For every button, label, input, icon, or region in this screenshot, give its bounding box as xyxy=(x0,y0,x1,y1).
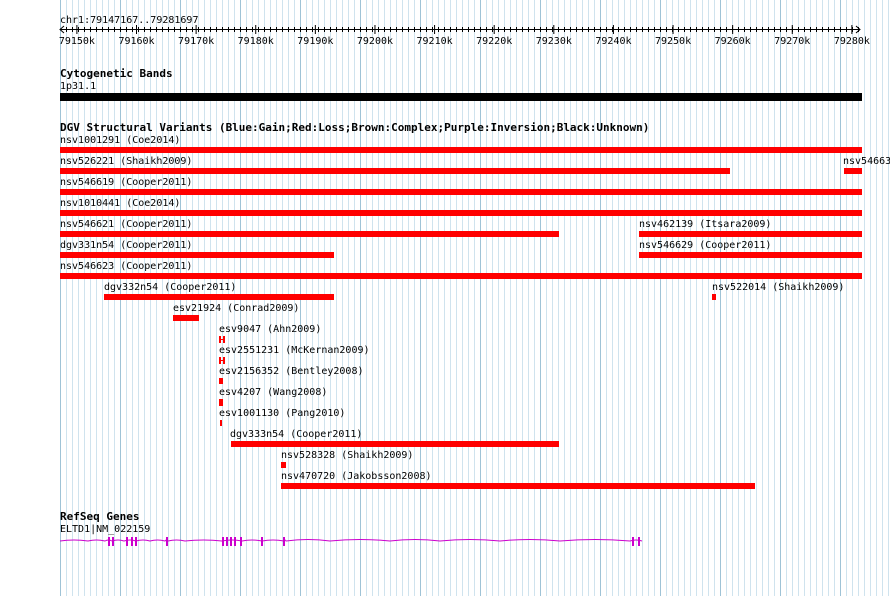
gene-exon xyxy=(230,537,232,546)
dgv-feature-label[interactable]: esv2551231 (McKernan2009) xyxy=(219,345,370,356)
ruler-tick-label: 79240k xyxy=(595,36,631,47)
dgv-feature-label[interactable]: dgv331n54 (Cooper2011) xyxy=(60,240,192,251)
dgv-feature-label[interactable]: nsv546623 (Cooper2011) xyxy=(60,261,192,272)
dgv-feature-label[interactable]: nsv546621 (Cooper2011) xyxy=(60,219,192,230)
dgv-feature-label[interactable]: esv1001130 (Pang2010) xyxy=(219,408,345,419)
dgv-feature-bar[interactable] xyxy=(281,483,755,489)
dgv-feature-bar[interactable] xyxy=(639,231,862,237)
ruler-tick-label: 79200k xyxy=(357,36,393,47)
gene-exon xyxy=(632,537,634,546)
dgv-feature-bar[interactable] xyxy=(219,336,227,343)
dgv-feature-label[interactable]: nsv526221 (Shaikh2009) xyxy=(60,156,192,167)
dgv-feature-bar[interactable] xyxy=(60,273,862,279)
dgv-feature-bar[interactable] xyxy=(60,210,862,216)
dgv-feature-bar[interactable] xyxy=(60,168,730,174)
gene-exon xyxy=(234,537,236,546)
dgv-feature-label[interactable]: nsv546629 (Cooper2011) xyxy=(639,240,771,251)
cytoband-bar[interactable] xyxy=(60,93,862,101)
gene-exon xyxy=(226,537,228,546)
dgv-feature-bar[interactable] xyxy=(639,252,862,258)
dgv-feature-bar[interactable] xyxy=(60,231,559,237)
ruler-tick-label: 79210k xyxy=(417,36,453,47)
gene-exon xyxy=(638,537,640,546)
dgv-feature-label[interactable]: nsv54663 xyxy=(843,156,890,167)
ruler-tick-label: 79190k xyxy=(297,36,333,47)
dgv-feature-label[interactable]: esv2156352 (Bentley2008) xyxy=(219,366,364,377)
dgv-feature-bar[interactable] xyxy=(173,315,199,321)
ruler-tick-label: 79170k xyxy=(178,36,214,47)
dgv-feature-bar[interactable] xyxy=(712,294,716,300)
gene-exon xyxy=(108,537,110,546)
dgv-feature-label[interactable]: nsv1010441 (Coe2014) xyxy=(60,198,180,209)
dgv-feature-bar[interactable] xyxy=(219,399,227,406)
dgv-feature-bar[interactable] xyxy=(60,189,862,195)
dgv-feature-bar[interactable] xyxy=(219,357,227,364)
gene-exon xyxy=(126,537,128,546)
dgv-feature-label[interactable]: esv21924 (Conrad2009) xyxy=(173,303,299,314)
ruler-tick-label: 79230k xyxy=(536,36,572,47)
dgv-feature-bar[interactable] xyxy=(219,378,223,384)
ruler-tick-label: 79250k xyxy=(655,36,691,47)
dgv-feature-label[interactable]: esv4207 (Wang2008) xyxy=(219,387,327,398)
dgv-feature-label[interactable]: nsv470720 (Jakobsson2008) xyxy=(281,471,432,482)
gene-exon xyxy=(166,537,168,546)
refseq-gene-model[interactable] xyxy=(0,531,890,551)
gene-exon xyxy=(283,537,285,546)
dgv-feature-bar[interactable] xyxy=(844,168,862,174)
dgv-feature-bar[interactable] xyxy=(281,462,286,468)
ruler-tick-label: 79260k xyxy=(715,36,751,47)
cytoband-track-title: Cytogenetic Bands xyxy=(60,67,173,80)
dgv-feature-bar[interactable] xyxy=(60,147,862,153)
gene-exon xyxy=(261,537,263,546)
dgv-feature-label[interactable]: esv9047 (Ahn2009) xyxy=(219,324,321,335)
dgv-feature-label[interactable]: nsv546619 (Cooper2011) xyxy=(60,177,192,188)
ruler-tick-label: 79150k xyxy=(59,36,95,47)
dgv-feature-label[interactable]: dgv333n54 (Cooper2011) xyxy=(230,429,362,440)
dgv-feature-label[interactable]: nsv1001291 (Coe2014) xyxy=(60,135,180,146)
ruler-tick-label: 79160k xyxy=(118,36,154,47)
dgv-feature-bar[interactable] xyxy=(60,252,334,258)
ruler-tick-label: 79280k xyxy=(834,36,870,47)
gene-intron-line xyxy=(59,539,643,542)
refseq-track-title: RefSeq Genes xyxy=(60,510,140,523)
dgv-feature-bar[interactable] xyxy=(231,441,559,447)
gene-exon xyxy=(222,537,224,546)
dgv-feature-label[interactable]: nsv528328 (Shaikh2009) xyxy=(281,450,413,461)
position-ruler[interactable]: 79150k 79160k 79170k 79180k 79190k 79200k 7921… xyxy=(0,0,890,50)
ruler-tick-label: 79180k xyxy=(238,36,274,47)
dgv-feature-label[interactable]: nsv522014 (Shaikh2009) xyxy=(712,282,844,293)
gene-exon xyxy=(112,537,114,546)
dgv-feature-label[interactable]: dgv332n54 (Cooper2011) xyxy=(104,282,236,293)
dgv-feature-bar[interactable] xyxy=(104,294,334,300)
dgv-feature-label[interactable]: nsv462139 (Itsara2009) xyxy=(639,219,771,230)
gene-exon xyxy=(131,537,133,546)
gene-exon xyxy=(135,537,137,546)
dgv-feature-bar[interactable] xyxy=(220,420,222,426)
cytoband-label: 1p31.1 xyxy=(60,81,97,92)
dgv-track-title: DGV Structural Variants (Blue:Gain;Red:L… xyxy=(60,121,650,134)
ruler-tick-label: 79270k xyxy=(774,36,810,47)
ruler-tick-label: 79220k xyxy=(476,36,512,47)
gene-exon xyxy=(240,537,242,546)
genome-browser-panel: chr1:79147167..79281697 79150k 79160k 7917… xyxy=(0,0,890,596)
